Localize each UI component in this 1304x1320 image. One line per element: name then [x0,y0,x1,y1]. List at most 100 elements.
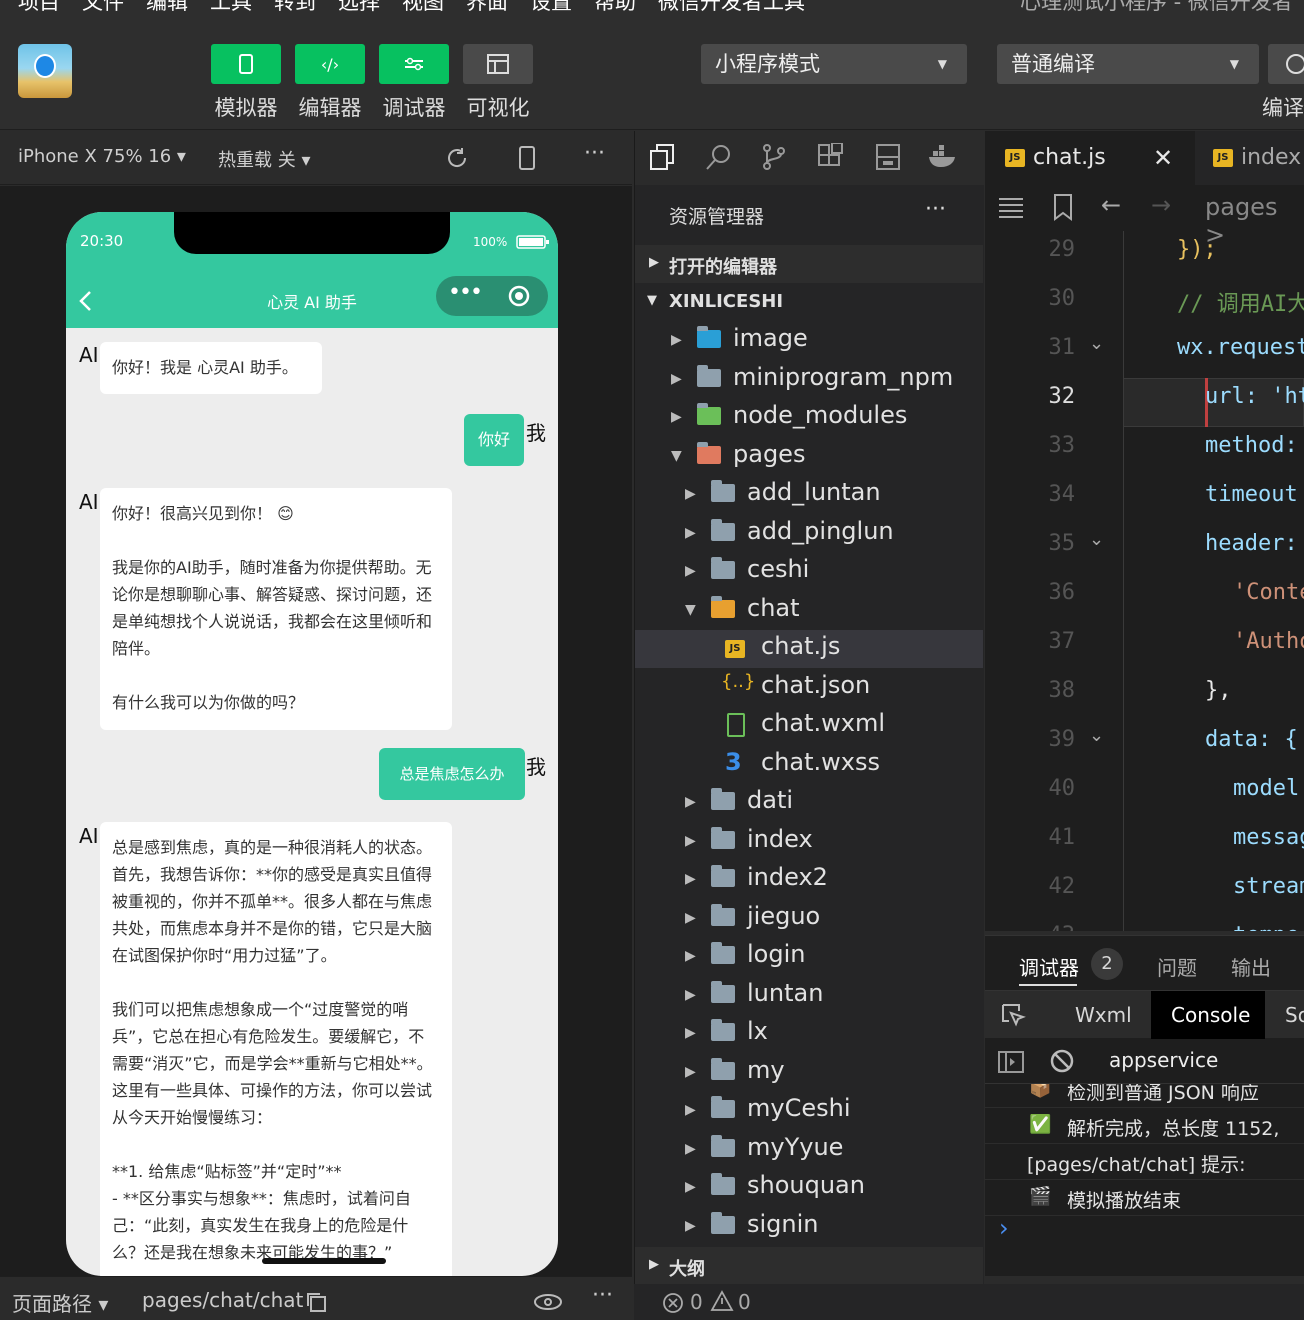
tab-chat-js[interactable]: JS chat.js ✕ [985,131,1195,185]
menu-item[interactable]: 选择 [338,0,380,12]
simulator-toggle-button[interactable] [211,44,281,84]
files-icon[interactable] [649,143,675,171]
eye-icon[interactable] [533,1293,563,1311]
code-line[interactable]: model [1233,776,1299,801]
menu-item[interactable]: 编辑 [146,0,188,12]
bookmark-icon[interactable] [1053,193,1073,221]
hot-reload-select[interactable]: 热重载 关 ▾ [218,146,310,172]
more-icon[interactable]: ··· [592,1283,613,1308]
tree-item-luntan[interactable]: ▶ luntan [635,977,983,1015]
close-icon[interactable]: ✕ [1153,131,1173,185]
code-line[interactable]: }); [1177,237,1217,262]
code-line[interactable]: wx.request [1177,335,1304,360]
storage-icon[interactable] [875,143,901,171]
code-line[interactable]: // 调用AI大 [1177,286,1304,318]
copy-icon[interactable] [305,1291,327,1313]
tree-item-chat-wxml[interactable]: chat.wxml [635,707,983,745]
visual-toggle-button[interactable] [463,44,533,84]
compile-select[interactable]: 普通编译 ▼ [997,44,1259,84]
tree-item-myCeshi[interactable]: ▶ myCeshi [635,1092,983,1130]
tree-item-dati[interactable]: ▶ dati [635,784,983,822]
menu-item[interactable]: 工具 [210,0,252,12]
device-select[interactable]: iPhone X 75% 16 ▾ [18,146,186,167]
tree-item-shouquan[interactable]: ▶ shouquan [635,1169,983,1207]
tab-wxml[interactable]: Wxml [1075,1003,1132,1027]
code-line[interactable]: header: [1205,531,1298,556]
outline-section[interactable]: ▶ 大纲 [635,1247,983,1285]
search-icon[interactable] [705,143,733,171]
tree-item-chat-js[interactable]: JS chat.js [635,630,983,668]
code-line[interactable]: 'Autho [1233,629,1304,654]
menu-item[interactable]: 视图 [402,0,444,12]
tab-problems[interactable]: 问题 [1157,952,1197,981]
extensions-icon[interactable] [817,143,845,171]
menu-item[interactable]: 转到 [274,0,316,12]
code-line[interactable]: tempe [1233,923,1299,931]
tree-item-index2[interactable]: ▶ index2 [635,861,983,899]
menu-item[interactable]: 帮助 [594,0,636,12]
tree-item-index[interactable]: ▶ index [635,823,983,861]
back-arrow-icon[interactable]: ← [1101,191,1121,219]
menu-item[interactable]: 文件 [82,0,124,12]
fold-chevron-icon[interactable]: ⌄ [1089,529,1104,550]
tree-item-add-pinglun[interactable]: ▶ add_pinglun [635,515,983,553]
tree-item-my[interactable]: ▶ my [635,1054,983,1092]
tree-item-login[interactable]: ▶ login [635,938,983,976]
debugger-toggle-button[interactable] [379,44,449,84]
docker-icon[interactable] [927,145,959,169]
fold-chevron-icon[interactable]: ⌄ [1089,333,1104,354]
open-editors-section[interactable]: ▶ 打开的编辑器 [635,245,983,283]
tree-item-chat-json[interactable]: {..} chat.json [635,669,983,707]
tree-item-image[interactable]: ▶ image [635,322,983,360]
code-line[interactable]: messag [1233,825,1304,850]
inspect-icon[interactable] [1001,1003,1027,1029]
user-avatar[interactable] [18,44,72,98]
forward-arrow-icon[interactable]: → [1151,191,1171,219]
tree-item-pages[interactable]: ▼ pages [635,438,983,476]
code-line[interactable]: url: 'ht [1205,384,1304,409]
code-line[interactable]: }, [1205,678,1232,703]
mode-select[interactable]: 小程序模式 ▼ [701,44,967,84]
project-section[interactable]: ▼ XINLICESHI [635,283,983,321]
fold-chevron-icon[interactable]: ⌄ [1089,725,1104,746]
code-line[interactable]: method: [1205,433,1298,458]
explorer-more-icon[interactable]: ··· [925,197,946,222]
tree-item-add-luntan[interactable]: ▶ add_luntan [635,476,983,514]
code-line[interactable]: data: { [1205,727,1298,752]
code-line[interactable]: 'Conte [1233,580,1304,605]
compile-button[interactable] [1268,44,1304,84]
tab-sources[interactable]: So [1285,1003,1304,1027]
tab-debugger[interactable]: 调试器 [1019,952,1079,981]
menu-item[interactable]: 微信开发者工具 [658,0,805,12]
more-icon[interactable]: ··· [584,141,605,166]
code-area[interactable]: 29}); 30 // 调用AI大 31 wx.request ⌄ 32 url: 'ht 33… [985,231,1304,931]
tab-output[interactable]: 输出 [1231,952,1271,981]
editor-toggle-button[interactable]: ‹/› [295,44,365,84]
warning-count[interactable]: 0 [738,1290,751,1314]
tree-item-jieguo[interactable]: ▶ jieguo [635,900,983,938]
tree-item-myYyue[interactable]: ▶ myYyue [635,1131,983,1169]
menu-item[interactable]: 设置 [530,0,572,12]
tree-item-node-modules[interactable]: ▶ node_modules [635,399,983,437]
menu-item[interactable]: 界面 [466,0,508,12]
list-icon[interactable] [997,194,1025,220]
rotate-icon[interactable] [445,146,469,170]
tree-item-miniprogram-npm[interactable]: ▶ miniprogram_npm [635,361,983,399]
code-line[interactable]: stream [1233,874,1304,899]
context-select[interactable]: appservice [1109,1048,1218,1072]
code-line[interactable]: timeout [1205,482,1298,507]
tree-item-chat[interactable]: ▼ chat [635,592,983,630]
tab-index[interactable]: JS index [1197,131,1304,185]
close-capsule-icon[interactable] [508,285,530,307]
error-count[interactable]: 0 [690,1290,703,1314]
clear-console-icon[interactable] [1049,1048,1075,1074]
tab-console[interactable]: Console [1151,991,1265,1039]
tree-item-signin[interactable]: ▶ signin [635,1208,983,1246]
menu-item[interactable]: 项目 [18,0,60,12]
source-control-icon[interactable] [761,143,787,171]
more-dots-icon[interactable]: ••• [448,280,483,305]
tree-item-chat-wxss[interactable]: 3 chat.wxss [635,746,983,784]
tree-item-lx[interactable]: ▶ lx [635,1015,983,1053]
console-prompt[interactable]: › [999,1214,1009,1242]
tree-item-ceshi[interactable]: ▶ ceshi [635,553,983,591]
